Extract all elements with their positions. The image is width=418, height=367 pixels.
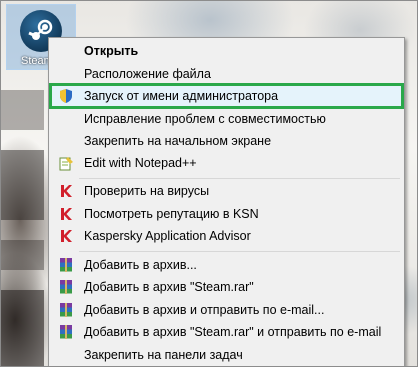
wallpaper-shape <box>0 90 44 130</box>
menu-item-label: Закрепить на панели задач <box>84 348 243 362</box>
menu-item-add-steam-rar[interactable]: Добавить в архив "Steam.rar" <box>51 276 402 298</box>
menu-item-open[interactable]: Открыть <box>51 40 402 62</box>
uac-shield-icon <box>58 88 74 104</box>
menu-item-label: Расположение файла <box>84 67 211 81</box>
menu-separator <box>79 178 400 179</box>
menu-item-scan-viruses[interactable]: Проверить на вирусы <box>51 180 402 202</box>
menu-item-notepad-plus-plus[interactable]: Edit with Notepad++ <box>51 152 402 174</box>
kaspersky-icon <box>58 183 74 199</box>
menu-separator <box>79 251 400 252</box>
menu-item-file-location[interactable]: Расположение файла <box>51 63 402 85</box>
wallpaper-shape <box>0 150 44 220</box>
menu-item-pin-start[interactable]: Закрепить на начальном экране <box>51 130 402 152</box>
kaspersky-icon <box>58 206 74 222</box>
menu-item-label: Kaspersky Application Advisor <box>84 229 251 243</box>
menu-item-add-archive[interactable]: Добавить в архив... <box>51 254 402 276</box>
kaspersky-icon <box>58 228 74 244</box>
menu-item-label: Добавить в архив "Steam.rar" и отправить… <box>84 325 382 339</box>
menu-item-label: Проверить на вирусы <box>84 184 210 198</box>
menu-item-pin-taskbar[interactable]: Закрепить на панели задач <box>51 344 402 366</box>
winrar-icon <box>58 279 74 295</box>
menu-item-run-as-admin[interactable]: Запуск от имени администратора <box>49 83 404 109</box>
menu-item-add-archive-email[interactable]: Добавить в архив и отправить по e-mail..… <box>51 299 402 321</box>
wallpaper-shape <box>0 290 44 367</box>
menu-item-compat-troubleshoot[interactable]: Исправление проблем с совместимостью <box>51 108 402 130</box>
winrar-icon <box>58 257 74 273</box>
menu-item-kaspersky-advisor[interactable]: Kaspersky Application Advisor <box>51 225 402 247</box>
notepad-plus-plus-icon <box>58 155 74 171</box>
menu-item-label: Исправление проблем с совместимостью <box>84 112 326 126</box>
menu-item-label: Edit with Notepad++ <box>84 156 197 170</box>
menu-item-label: Добавить в архив и отправить по e-mail..… <box>84 303 325 317</box>
menu-item-ksn-reputation[interactable]: Посмотреть репутацию в KSN <box>51 203 402 225</box>
menu-item-add-steam-rar-email[interactable]: Добавить в архив "Steam.rar" и отправить… <box>51 321 402 343</box>
wallpaper-shape <box>0 240 44 270</box>
menu-item-label: Добавить в архив... <box>84 258 197 272</box>
menu-item-label: Добавить в архив "Steam.rar" <box>84 280 254 294</box>
menu-item-label: Открыть <box>84 44 139 58</box>
menu-item-label: Закрепить на начальном экране <box>84 134 272 148</box>
menu-item-label: Запуск от имени администратора <box>84 89 279 103</box>
winrar-icon <box>58 324 74 340</box>
menu-item-label: Посмотреть репутацию в KSN <box>84 207 259 221</box>
winrar-icon <box>58 302 74 318</box>
context-menu: Открыть Расположение файла Запуск от име… <box>48 37 405 367</box>
